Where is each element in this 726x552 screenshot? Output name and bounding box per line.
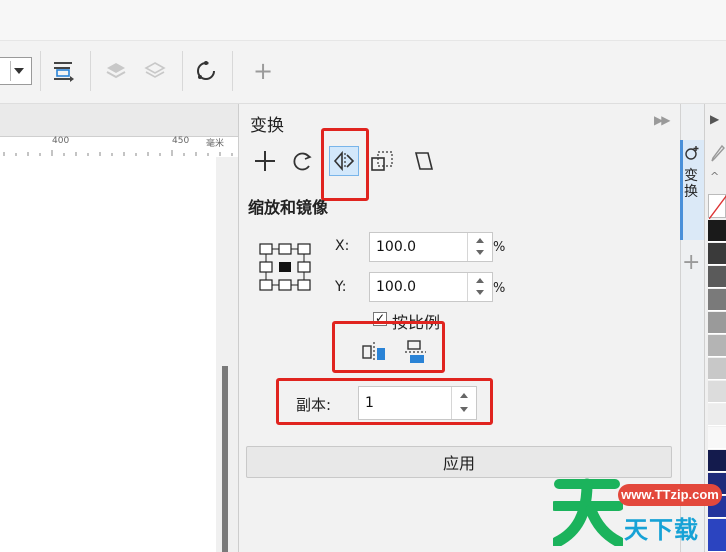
swatch-gray-50[interactable] xyxy=(708,289,726,311)
watermark-url: www.TTzip.com xyxy=(618,484,722,506)
arrow-down-icon[interactable] xyxy=(476,250,484,255)
x-scale-stepper[interactable] xyxy=(467,233,492,261)
swatch-gray-10[interactable] xyxy=(708,381,726,403)
watermark-text: 天下载 xyxy=(624,516,699,544)
drawing-canvas[interactable] xyxy=(0,157,216,552)
swatch-black[interactable] xyxy=(708,220,726,242)
swatch-gray-40[interactable] xyxy=(708,312,726,334)
horizontal-ruler xyxy=(0,104,238,137)
tab-transform-label: 变换 xyxy=(684,168,698,200)
toolbar-dropdown[interactable] xyxy=(0,57,32,85)
swatch-gray-70[interactable] xyxy=(708,266,726,288)
highlight-box-mirror xyxy=(332,321,445,373)
ruler-ticks xyxy=(3,150,233,156)
arrow-up-icon[interactable] xyxy=(476,278,484,283)
expand-arrows-icon[interactable]: ▶▶ xyxy=(654,113,671,127)
eyedropper-icon[interactable] xyxy=(710,144,726,164)
palette-scroll-up-icon[interactable]: ^ xyxy=(710,170,719,183)
layers-icon[interactable] xyxy=(102,57,130,85)
toolbar-divider xyxy=(40,51,41,91)
swatch-none[interactable] xyxy=(708,194,726,220)
x-label: X: xyxy=(335,238,350,254)
toolbar-divider xyxy=(232,51,233,91)
swatch-gray-30[interactable] xyxy=(708,335,726,357)
refresh-outline-icon[interactable] xyxy=(192,57,220,85)
section-title: 缩放和镜像 xyxy=(248,198,329,217)
vertical-scrollbar[interactable] xyxy=(222,366,228,552)
align-distribute-icon[interactable] xyxy=(50,57,78,85)
toolbar-divider xyxy=(182,51,183,91)
position-icon[interactable] xyxy=(250,146,280,176)
size-icon[interactable] xyxy=(368,146,398,176)
swatch-white[interactable] xyxy=(708,427,726,449)
add-docker-icon[interactable]: + xyxy=(682,250,700,275)
x-scale-value: 100.0 xyxy=(376,239,417,255)
x-scale-input[interactable]: 100.0 xyxy=(369,232,493,262)
y-scale-value: 100.0 xyxy=(376,279,417,295)
rotate-icon[interactable] xyxy=(288,146,318,176)
toolbar-divider xyxy=(90,51,91,91)
y-scale-stepper[interactable] xyxy=(467,273,492,301)
ruler-label-450: 450 xyxy=(172,136,190,146)
palette-scroll-right-icon[interactable]: ▶ xyxy=(710,112,719,126)
watermark-logo xyxy=(553,478,623,546)
y-scale-input[interactable]: 100.0 xyxy=(369,272,493,302)
y-unit: % xyxy=(493,281,506,296)
y-label: Y: xyxy=(335,279,347,295)
arrow-up-icon[interactable] xyxy=(476,238,484,243)
anchor-grid[interactable] xyxy=(259,243,311,291)
swatch-navy[interactable] xyxy=(708,450,726,472)
x-unit: % xyxy=(493,240,506,255)
docker-title: 变换 xyxy=(250,116,284,136)
swatch-gray-5[interactable] xyxy=(708,404,726,426)
transform-tab-icon xyxy=(683,144,701,162)
add-icon[interactable]: + xyxy=(249,57,277,85)
ruler-unit: 毫米 xyxy=(206,139,225,149)
ruler-label-400: 400 xyxy=(52,136,70,146)
arrow-down-icon[interactable] xyxy=(476,290,484,295)
top-strip xyxy=(0,0,726,41)
chevron-down-icon xyxy=(14,68,24,74)
skew-icon[interactable] xyxy=(409,146,439,176)
layers-outline-icon[interactable] xyxy=(141,57,169,85)
swatch-royal-blue[interactable] xyxy=(708,519,726,552)
highlight-box-mode xyxy=(321,128,369,201)
swatch-gray-20[interactable] xyxy=(708,358,726,380)
highlight-box-copies xyxy=(276,378,493,425)
swatch-gray-90[interactable] xyxy=(708,243,726,265)
property-toolbar: + xyxy=(0,41,726,104)
